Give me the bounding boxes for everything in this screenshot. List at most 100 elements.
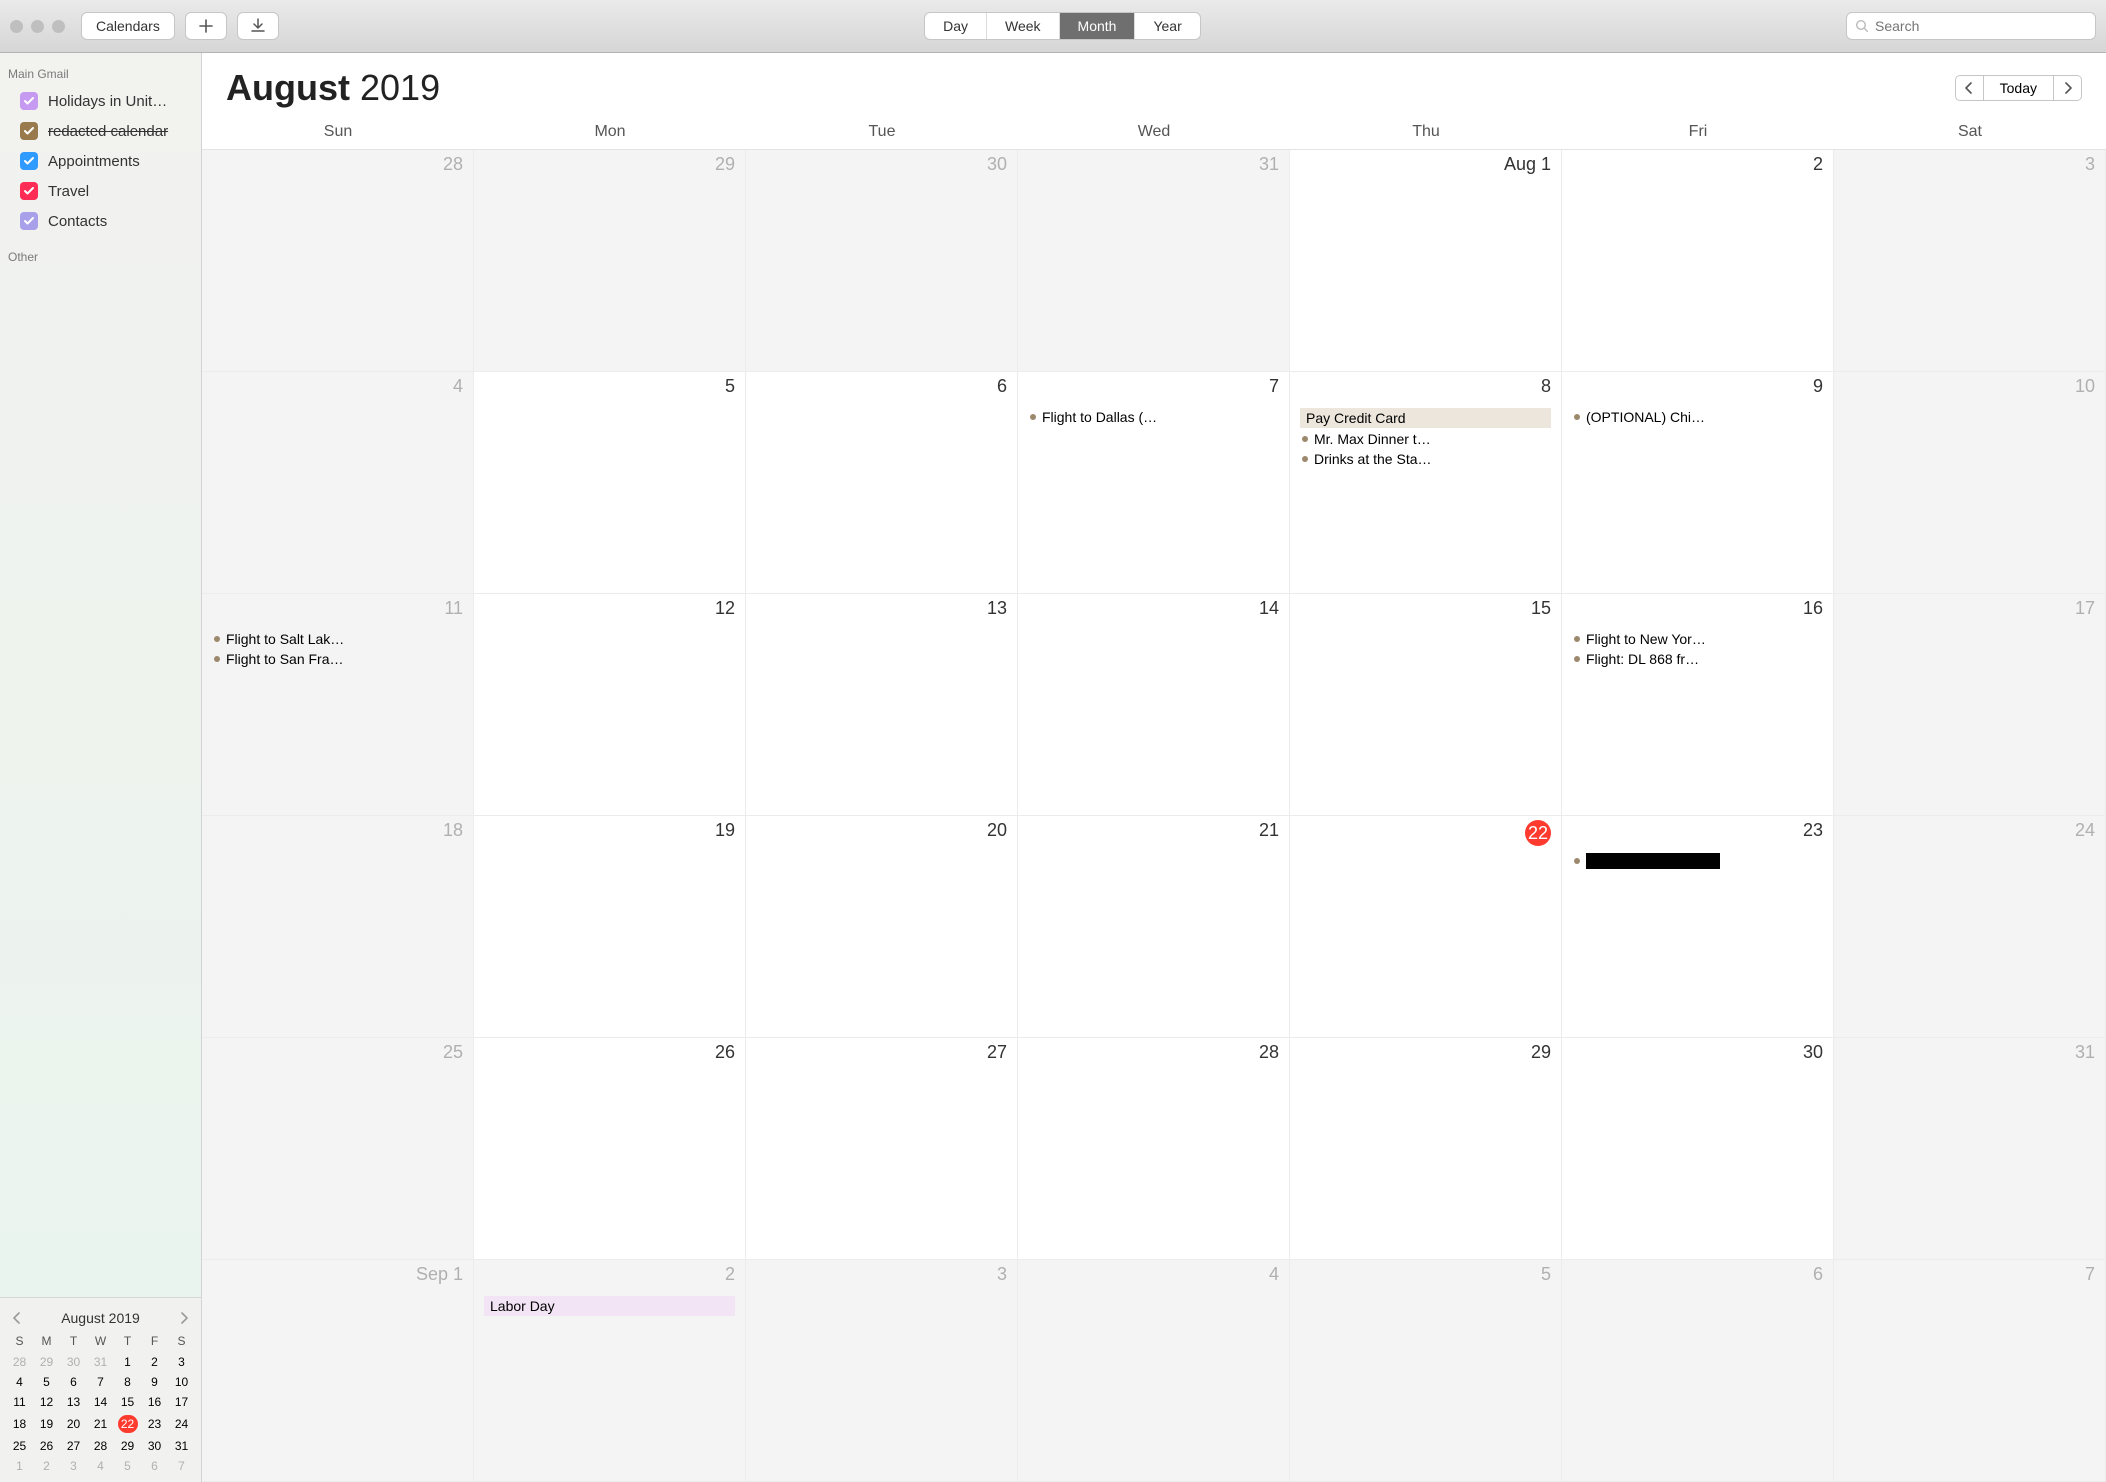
- day-cell[interactable]: 21: [1018, 816, 1290, 1037]
- calendar-checkbox[interactable]: [20, 212, 38, 230]
- day-cell[interactable]: 5: [474, 372, 746, 593]
- day-cell[interactable]: 23redacted event and…: [1562, 816, 1834, 1037]
- mini-day-cell[interactable]: 3: [60, 1456, 87, 1476]
- mini-day-cell[interactable]: 7: [87, 1372, 114, 1392]
- mini-day-cell[interactable]: 5: [114, 1456, 141, 1476]
- prev-month-button[interactable]: [1955, 75, 1983, 101]
- mini-day-cell[interactable]: 19: [33, 1412, 60, 1436]
- close-window-icon[interactable]: [10, 20, 23, 33]
- mini-day-cell[interactable]: 2: [33, 1456, 60, 1476]
- day-cell[interactable]: Aug 1: [1290, 150, 1562, 371]
- mini-day-cell[interactable]: 8: [114, 1372, 141, 1392]
- view-week-button[interactable]: Week: [987, 13, 1060, 39]
- calendar-list-item[interactable]: Holidays in Unit…: [0, 86, 201, 116]
- mini-day-cell[interactable]: 20: [60, 1412, 87, 1436]
- day-cell[interactable]: 31: [1834, 1038, 2106, 1259]
- new-event-button[interactable]: [185, 12, 227, 40]
- day-cell[interactable]: 2: [1562, 150, 1834, 371]
- day-cell[interactable]: 5: [1290, 1260, 1562, 1481]
- day-cell[interactable]: 11Flight to Salt Lak…Flight to San Fra…: [202, 594, 474, 815]
- day-cell[interactable]: 6: [1562, 1260, 1834, 1481]
- day-cell[interactable]: 31: [1018, 150, 1290, 371]
- day-cell[interactable]: 26: [474, 1038, 746, 1259]
- mini-day-cell[interactable]: 4: [6, 1372, 33, 1392]
- mini-day-cell[interactable]: 27: [60, 1436, 87, 1456]
- day-cell[interactable]: 27: [746, 1038, 1018, 1259]
- zoom-window-icon[interactable]: [52, 20, 65, 33]
- mini-day-cell[interactable]: 30: [60, 1352, 87, 1372]
- day-cell[interactable]: 20: [746, 816, 1018, 1037]
- mini-day-cell[interactable]: 31: [87, 1352, 114, 1372]
- day-cell[interactable]: 13: [746, 594, 1018, 815]
- mini-day-cell[interactable]: 16: [141, 1392, 168, 1412]
- minimize-window-icon[interactable]: [31, 20, 44, 33]
- day-cell[interactable]: 8Pay Credit CardMr. Max Dinner t…Drinks …: [1290, 372, 1562, 593]
- calendar-list-item[interactable]: Appointments: [0, 146, 201, 176]
- calendar-event[interactable]: Drinks at the Sta…: [1300, 450, 1551, 468]
- calendar-event[interactable]: (OPTIONAL) Chi…: [1572, 408, 1823, 426]
- day-cell[interactable]: 9(OPTIONAL) Chi…: [1562, 372, 1834, 593]
- day-cell[interactable]: 18: [202, 816, 474, 1037]
- calendar-event[interactable]: Flight to Salt Lak…: [212, 630, 463, 648]
- calendar-event[interactable]: Flight to San Fra…: [212, 650, 463, 668]
- day-cell[interactable]: 16Flight to New Yor…Flight: DL 868 fr…: [1562, 594, 1834, 815]
- day-cell[interactable]: 24: [1834, 816, 2106, 1037]
- view-month-button[interactable]: Month: [1060, 13, 1136, 39]
- calendar-event[interactable]: Flight: DL 868 fr…: [1572, 650, 1823, 668]
- calendar-event[interactable]: Pay Credit Card: [1300, 408, 1551, 428]
- mini-day-cell[interactable]: 1: [6, 1456, 33, 1476]
- mini-day-cell[interactable]: 13: [60, 1392, 87, 1412]
- mini-day-cell[interactable]: 6: [141, 1456, 168, 1476]
- mini-day-cell[interactable]: 15: [114, 1392, 141, 1412]
- mini-day-cell[interactable]: 24: [168, 1412, 195, 1436]
- mini-day-cell[interactable]: 3: [168, 1352, 195, 1372]
- mini-day-cell[interactable]: 28: [6, 1352, 33, 1372]
- day-cell[interactable]: 12: [474, 594, 746, 815]
- mini-day-cell[interactable]: 23: [141, 1412, 168, 1436]
- mini-calendar-grid[interactable]: SMTWTFS 28293031123456789101112131415161…: [6, 1330, 195, 1476]
- mini-day-cell[interactable]: 10: [168, 1372, 195, 1392]
- calendar-checkbox[interactable]: [20, 182, 38, 200]
- mini-day-cell[interactable]: 22: [114, 1412, 141, 1436]
- day-cell[interactable]: 29: [1290, 1038, 1562, 1259]
- mini-day-cell[interactable]: 25: [6, 1436, 33, 1456]
- calendar-event[interactable]: Flight to Dallas (…: [1028, 408, 1279, 426]
- day-cell[interactable]: 2Labor Day: [474, 1260, 746, 1481]
- day-cell[interactable]: 17: [1834, 594, 2106, 815]
- mini-day-cell[interactable]: 21: [87, 1412, 114, 1436]
- calendar-list-item[interactable]: redacted calendar: [0, 116, 201, 146]
- mini-day-cell[interactable]: 29: [114, 1436, 141, 1456]
- next-month-button[interactable]: [2054, 75, 2082, 101]
- calendar-checkbox[interactable]: [20, 92, 38, 110]
- mini-day-cell[interactable]: 30: [141, 1436, 168, 1456]
- day-cell[interactable]: Sep 1: [202, 1260, 474, 1481]
- day-cell[interactable]: 30: [746, 150, 1018, 371]
- mini-day-cell[interactable]: 14: [87, 1392, 114, 1412]
- calendar-list-item[interactable]: Travel: [0, 176, 201, 206]
- calendar-event[interactable]: Flight to New Yor…: [1572, 630, 1823, 648]
- mini-prev-month-button[interactable]: [12, 1312, 22, 1324]
- day-cell[interactable]: 29: [474, 150, 746, 371]
- mini-day-cell[interactable]: 28: [87, 1436, 114, 1456]
- day-cell[interactable]: 30: [1562, 1038, 1834, 1259]
- day-cell[interactable]: 7Flight to Dallas (…: [1018, 372, 1290, 593]
- day-cell[interactable]: 19: [474, 816, 746, 1037]
- mini-day-cell[interactable]: 18: [6, 1412, 33, 1436]
- mini-day-cell[interactable]: 2: [141, 1352, 168, 1372]
- mini-day-cell[interactable]: 26: [33, 1436, 60, 1456]
- day-cell[interactable]: 4: [1018, 1260, 1290, 1481]
- day-cell[interactable]: 25: [202, 1038, 474, 1259]
- day-cell[interactable]: 15: [1290, 594, 1562, 815]
- day-cell[interactable]: 28: [1018, 1038, 1290, 1259]
- calendar-event[interactable]: redacted event and…: [1572, 852, 1823, 870]
- mini-day-cell[interactable]: 6: [60, 1372, 87, 1392]
- calendar-checkbox[interactable]: [20, 152, 38, 170]
- mini-next-month-button[interactable]: [179, 1312, 189, 1324]
- mini-day-cell[interactable]: 7: [168, 1456, 195, 1476]
- calendar-checkbox[interactable]: [20, 122, 38, 140]
- mini-day-cell[interactable]: 4: [87, 1456, 114, 1476]
- day-cell[interactable]: 3: [746, 1260, 1018, 1481]
- toggle-calendars-button[interactable]: Calendars: [81, 12, 175, 40]
- day-cell[interactable]: 10: [1834, 372, 2106, 593]
- mini-day-cell[interactable]: 11: [6, 1392, 33, 1412]
